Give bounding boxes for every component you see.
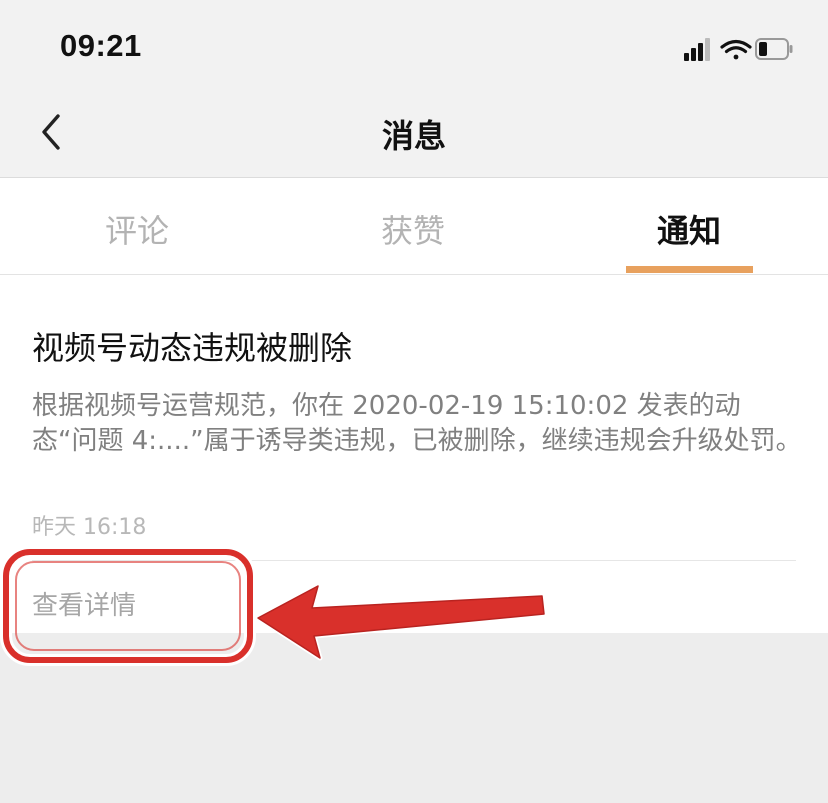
status-bar: 09:21 bbox=[0, 0, 828, 96]
notification-card: 视频号动态违规被删除 根据视频号运营规范，你在 2020-02-19 15:10… bbox=[0, 275, 828, 633]
messages-screen: 09:21 消息 评论 获赞 通知 视频号动态违规被删除 根据视频号运营规范，你… bbox=[0, 0, 828, 803]
notification-body: 根据视频号运营规范，你在 2020-02-19 15:10:02 发表的动态“问… bbox=[32, 391, 802, 456]
tab-likes[interactable]: 获赞 bbox=[333, 206, 493, 252]
status-icons bbox=[684, 38, 793, 61]
view-details-link[interactable]: 查看详情 bbox=[32, 585, 136, 622]
page-title: 消息 bbox=[381, 117, 446, 155]
active-tab-indicator bbox=[626, 266, 753, 273]
tab-notifications[interactable]: 通知 bbox=[609, 206, 769, 252]
tab-bar: 评论 获赞 通知 bbox=[0, 178, 828, 275]
battery-icon bbox=[755, 38, 793, 60]
cellular-signal-icon bbox=[684, 38, 710, 61]
wifi-icon bbox=[720, 39, 752, 60]
notification-time: 昨天 16:18 bbox=[32, 515, 147, 540]
navigation-bar: 消息 bbox=[0, 96, 828, 178]
tab-comments[interactable]: 评论 bbox=[57, 206, 217, 252]
card-divider bbox=[32, 560, 796, 561]
notification-title: 视频号动态违规被删除 bbox=[32, 329, 353, 367]
status-time: 09:21 bbox=[60, 28, 142, 63]
